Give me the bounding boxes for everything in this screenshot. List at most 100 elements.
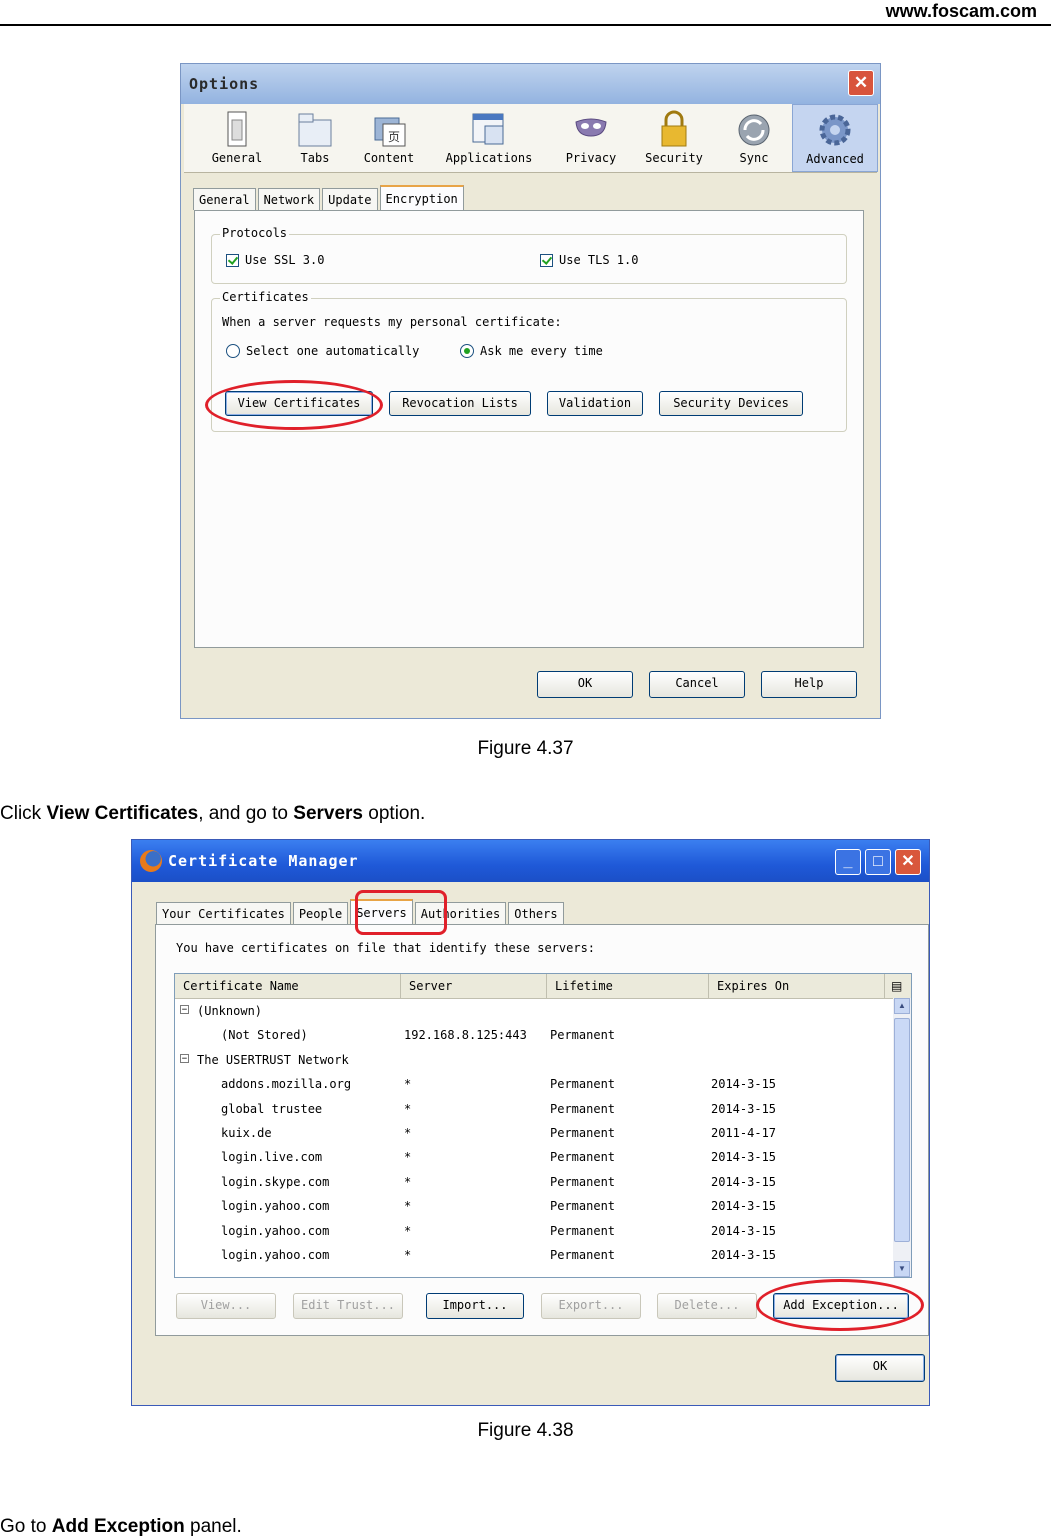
toolbar-advanced[interactable]: Advanced xyxy=(792,104,878,172)
edit-trust-button[interactable]: Edit Trust... xyxy=(293,1293,403,1319)
toolbar-privacy[interactable]: Privacy xyxy=(556,104,626,172)
radio-off-icon xyxy=(226,344,240,358)
tab-update[interactable]: Update xyxy=(322,188,378,210)
cert-name-cell: login.yahoo.com xyxy=(221,1248,330,1262)
import-button[interactable]: Import... xyxy=(426,1293,524,1319)
cert-server-cell: * xyxy=(404,1101,412,1116)
scroll-thumb[interactable] xyxy=(894,1018,910,1242)
radio-on-icon xyxy=(460,344,474,358)
cert-expires-cell: 2014-3-15 xyxy=(711,1248,777,1262)
content-icon: 页 xyxy=(371,110,407,148)
figure-caption-4-37: Figure 4.37 xyxy=(477,738,574,759)
cert-lifetime-cell: Permanent xyxy=(550,1223,616,1238)
close-icon[interactable]: ✕ xyxy=(895,849,921,875)
scroll-down-icon[interactable]: ▼ xyxy=(894,1261,910,1277)
toolbar-security[interactable]: Security xyxy=(636,104,712,172)
ok-button[interactable]: OK xyxy=(537,671,633,698)
toolbar-sync[interactable]: Sync xyxy=(722,104,786,172)
tree-group-row[interactable]: − The USERTRUST Network xyxy=(175,1048,895,1072)
maximize-icon[interactable]: □ xyxy=(865,849,891,875)
options-title: Options xyxy=(189,75,260,93)
help-button[interactable]: Help xyxy=(761,671,857,698)
cert-lifetime-cell: Permanent xyxy=(550,1174,616,1189)
options-tabs: General Network Update Encryption xyxy=(193,185,466,210)
column-expires-on[interactable]: Expires On xyxy=(709,974,885,998)
tree-collapse-icon[interactable]: − xyxy=(180,1005,189,1015)
tab-people[interactable]: People xyxy=(292,902,349,924)
cert-server-cell: * xyxy=(404,1150,412,1165)
column-picker-icon[interactable]: ▤ xyxy=(885,974,911,998)
cert-expires-cell: 2014-3-15 xyxy=(711,1174,777,1189)
figure-caption-4-38: Figure 4.38 xyxy=(477,1420,574,1441)
protocols-legend: Protocols xyxy=(220,226,290,240)
tree-scrollbar[interactable]: ▲ ▼ xyxy=(893,998,911,1277)
toolbar-general[interactable]: General xyxy=(202,104,272,172)
column-server[interactable]: Server xyxy=(401,974,547,998)
cm-ok-button[interactable]: OK xyxy=(835,1354,925,1382)
cert-prompt: When a server requests my personal certi… xyxy=(222,315,562,329)
options-titlebar: Options ✕ xyxy=(181,64,880,104)
toolbar-content[interactable]: 页 Content xyxy=(354,104,424,172)
cancel-button[interactable]: Cancel xyxy=(649,671,745,698)
highlight-servers-tab xyxy=(355,890,447,935)
cert-expires-cell: 2014-3-15 xyxy=(711,1199,777,1214)
security-devices-button[interactable]: Security Devices xyxy=(659,391,803,416)
radio-ask-every-time[interactable]: Ask me every time xyxy=(460,344,603,358)
toolbar-applications[interactable]: Applications xyxy=(439,104,539,172)
lock-icon xyxy=(656,110,692,148)
close-icon[interactable]: ✕ xyxy=(848,70,874,96)
server-certificate-tree[interactable]: Certificate Name Server Lifetime Expires… xyxy=(174,973,912,1278)
toolbar-tabs[interactable]: Tabs xyxy=(280,104,350,172)
view-button[interactable]: View... xyxy=(176,1293,276,1319)
cert-name-cell: (Not Stored) xyxy=(221,1028,308,1043)
checkbox-checked-icon xyxy=(226,253,239,267)
cert-lifetime-cell: Permanent xyxy=(550,1248,616,1262)
tab-your-certificates[interactable]: Your Certificates xyxy=(156,902,291,924)
validation-button[interactable]: Validation xyxy=(547,391,643,416)
radio-select-automatically[interactable]: Select one automatically xyxy=(226,344,419,358)
tab-others[interactable]: Others xyxy=(508,902,564,924)
cert-lifetime-cell: Permanent xyxy=(550,1199,616,1214)
ssl-checkbox[interactable]: Use SSL 3.0 xyxy=(226,253,324,267)
table-row[interactable]: (Not Stored) 192.168.8.125:443 Permanent xyxy=(175,1023,895,1047)
column-certificate-name[interactable]: Certificate Name xyxy=(175,974,401,998)
servers-panel: You have certificates on file that ident… xyxy=(155,924,929,1336)
cert-server-cell: * xyxy=(404,1223,412,1238)
table-row[interactable]: login.yahoo.com * Permanent 2014-3-15 xyxy=(175,1194,895,1218)
scroll-up-icon[interactable]: ▲ xyxy=(894,998,910,1014)
bold-add-exception: Add Exception xyxy=(51,1516,185,1537)
cert-name-cell: kuix.de xyxy=(221,1126,272,1140)
table-row[interactable]: kuix.de * Permanent 2011-4-17 xyxy=(175,1121,895,1145)
table-row[interactable]: login.skype.com * Permanent 2014-3-15 xyxy=(175,1170,895,1194)
tree-group-row[interactable]: − (Unknown) xyxy=(175,999,895,1023)
revocation-lists-button[interactable]: Revocation Lists xyxy=(389,391,531,416)
cert-name-cell: login.live.com xyxy=(221,1150,323,1165)
cert-name-cell: login.yahoo.com xyxy=(221,1223,330,1238)
sync-icon xyxy=(736,110,772,148)
table-row[interactable]: login.yahoo.com * Permanent 2014-3-15 xyxy=(175,1219,895,1243)
table-row[interactable]: login.yahoo.com * Permanent 2014-3-15 xyxy=(175,1243,895,1267)
general-icon xyxy=(219,110,255,148)
cert-server-cell: * xyxy=(404,1126,412,1140)
table-row[interactable]: global trustee * Permanent 2014-3-15 xyxy=(175,1097,895,1121)
tab-encryption[interactable]: Encryption xyxy=(379,185,464,210)
highlight-view-certificates xyxy=(205,380,383,430)
tls-checkbox[interactable]: Use TLS 1.0 xyxy=(540,253,638,267)
bold-view-certificates: View Certificates xyxy=(46,803,199,824)
minimize-icon[interactable]: _ xyxy=(835,849,861,875)
cm-title: Certificate Manager xyxy=(168,852,359,870)
export-button[interactable]: Export... xyxy=(541,1293,641,1319)
applications-icon xyxy=(471,110,507,148)
tab-general[interactable]: General xyxy=(193,188,256,210)
cert-server-cell: * xyxy=(404,1199,412,1214)
highlight-add-exception xyxy=(756,1279,924,1331)
tab-network[interactable]: Network xyxy=(257,188,321,210)
table-row[interactable]: addons.mozilla.org * Permanent 2014-3-15 xyxy=(175,1072,895,1096)
cert-name-cell: login.skype.com xyxy=(221,1174,330,1189)
table-row[interactable]: login.live.com * Permanent 2014-3-15 xyxy=(175,1145,895,1169)
certificates-legend: Certificates xyxy=(220,290,311,304)
tree-collapse-icon[interactable]: − xyxy=(180,1053,189,1063)
delete-button[interactable]: Delete... xyxy=(657,1293,757,1319)
column-lifetime[interactable]: Lifetime xyxy=(547,974,709,998)
cert-lifetime-cell: Permanent xyxy=(550,1150,616,1165)
